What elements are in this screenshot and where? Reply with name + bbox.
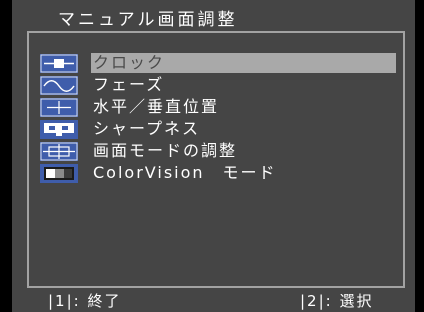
menu-item-label: シャープネス [93,119,201,138]
menu-item-label: 画面モードの調整 [93,141,238,160]
menu-item-phase[interactable]: フェーズ [40,74,396,96]
screen-mode-icon [40,141,78,161]
menu-item-sharpness[interactable]: シャープネス [40,118,396,140]
position-icon [40,97,78,117]
clock-icon [40,53,78,73]
menu-list: クロック フェーズ 水平／垂直位置 シャープネス 画面モードの調整 ColorV… [40,52,396,184]
menu-title: マニュアル画面調整 [58,10,238,30]
menu-item-label: フェーズ [93,75,165,94]
select-hint: |2|: 選択 [300,292,374,310]
sharpness-icon [40,119,78,139]
monitor-screen: マニュアル画面調整 クロック フェーズ 水平／垂直位置 シャープネス 画面モード… [0,0,424,312]
exit-hint: |1|: 終了 [48,292,122,310]
menu-item-clock[interactable]: クロック [40,52,396,74]
menu-item-label: ColorVision モード [93,163,277,182]
osd-panel: マニュアル画面調整 クロック フェーズ 水平／垂直位置 シャープネス 画面モード… [12,0,415,312]
menu-item-colorvision[interactable]: ColorVision モード [40,162,396,184]
menu-item-screen-mode[interactable]: 画面モードの調整 [40,140,396,162]
menu-item-label: クロック [91,53,396,73]
colorvision-icon [40,163,78,183]
menu-item-position[interactable]: 水平／垂直位置 [40,96,396,118]
menu-item-label: 水平／垂直位置 [93,97,220,116]
phase-icon [40,75,78,95]
